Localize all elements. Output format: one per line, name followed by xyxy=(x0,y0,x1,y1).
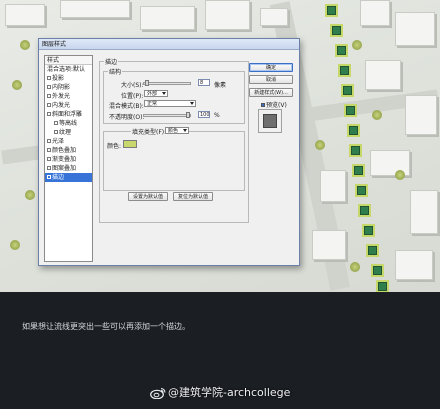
chevron-down-icon xyxy=(162,92,166,95)
stroke-section-title: 描边 xyxy=(104,57,119,66)
style-list-item[interactable]: 混合选项:默认 xyxy=(45,65,92,74)
opacity-slider-thumb[interactable] xyxy=(186,112,190,118)
style-list-item[interactable]: 描边 xyxy=(45,173,92,182)
style-list-item-label: 斜面和浮雕 xyxy=(52,111,83,118)
blend-mode-select[interactable]: 正常 xyxy=(144,100,196,107)
fill-type-select[interactable]: 颜色 xyxy=(165,127,189,134)
style-list-item-label: 光泽 xyxy=(52,138,65,145)
checkbox-icon[interactable] xyxy=(47,156,51,161)
watermark-text: @建筑学院-archcollege xyxy=(168,386,291,399)
chevron-down-icon xyxy=(183,129,187,132)
color-label: 颜色: xyxy=(107,143,122,150)
preview-label: 预览(V) xyxy=(266,102,287,109)
style-list-item-label: 渐变叠加 xyxy=(52,156,77,163)
style-list-item-label: 纹理 xyxy=(59,129,72,136)
size-slider[interactable] xyxy=(143,80,191,86)
opacity-slider[interactable] xyxy=(143,112,191,118)
style-list-item-label: 图案叠加 xyxy=(52,165,77,172)
style-list-item-label: 等高线 xyxy=(59,120,78,127)
style-list-item[interactable]: 投影 xyxy=(45,74,92,83)
size-label: 大小(S): xyxy=(121,82,144,89)
size-unit: 像素 xyxy=(214,82,227,89)
layer-style-dialog: 图层样式 样式 混合选项:默认 投影 内阴影 外发光 内发光 斜面和浮雕 等高线 纹理 光泽 颜色… xyxy=(38,38,300,266)
checkbox-icon[interactable] xyxy=(54,129,58,134)
style-list-item[interactable]: 纹理 xyxy=(45,128,92,137)
style-list-item[interactable]: 内阴影 xyxy=(45,83,92,92)
style-list-item[interactable]: 等高线 xyxy=(45,119,92,128)
style-preview-swatch xyxy=(263,114,277,128)
checkbox-icon[interactable] xyxy=(47,84,51,89)
structure-title: 结构 xyxy=(108,67,123,76)
checkmark-icon xyxy=(261,102,265,107)
blend-mode-label: 混合模式(B): xyxy=(109,103,144,110)
style-list: 样式 混合选项:默认投影内阴影外发光内发光斜面和浮雕等高线纹理光泽颜色叠加渐变叠… xyxy=(44,55,93,262)
style-list-item[interactable]: 外发光 xyxy=(45,92,92,101)
checkbox-icon[interactable] xyxy=(47,138,51,143)
set-default-button[interactable]: 设置为默认值 xyxy=(128,192,168,201)
caption-panel: 如果想让流线更突出一些可以再添加一个描边。 @建筑学院-archcollege xyxy=(0,292,440,409)
style-list-item[interactable]: 光泽 xyxy=(45,137,92,146)
caption-text: 如果想让流线更突出一些可以再添加一个描边。 xyxy=(22,322,190,331)
dialog-title: 图层样式 xyxy=(39,39,299,50)
style-list-item-label: 混合选项:默认 xyxy=(47,66,86,73)
size-slider-thumb[interactable] xyxy=(145,80,149,86)
ok-button[interactable]: 确定 xyxy=(249,63,293,72)
preview-checkbox[interactable]: 预览(V) xyxy=(261,100,287,109)
style-list-item-label: 投影 xyxy=(52,75,65,82)
watermark: @建筑学院-archcollege xyxy=(150,384,290,400)
opacity-unit: % xyxy=(214,112,220,119)
style-list-item[interactable]: 斜面和浮雕 xyxy=(45,110,92,119)
style-list-item-label: 内发光 xyxy=(52,102,71,109)
fill-type-value: 颜色 xyxy=(168,128,179,134)
style-list-item-label: 内阴影 xyxy=(52,84,71,91)
opacity-label: 不透明度(O): xyxy=(109,114,145,121)
checkbox-icon[interactable] xyxy=(47,75,51,80)
style-list-item[interactable]: 颜色叠加 xyxy=(45,146,92,155)
style-list-item[interactable]: 内发光 xyxy=(45,101,92,110)
size-input[interactable]: 8 xyxy=(198,79,210,86)
style-preview-thumbnail xyxy=(258,109,282,133)
weibo-icon xyxy=(150,387,166,399)
style-list-item[interactable]: 图案叠加 xyxy=(45,164,92,173)
chevron-down-icon xyxy=(190,102,194,105)
position-select[interactable]: 外部 xyxy=(144,90,168,97)
checkbox-icon[interactable] xyxy=(54,120,58,125)
new-style-button[interactable]: 新建样式(W)... xyxy=(249,88,293,97)
checkbox-icon[interactable] xyxy=(47,147,51,152)
reset-default-button[interactable]: 复位为默认值 xyxy=(173,192,213,201)
opacity-input[interactable]: 100 xyxy=(198,111,210,118)
stroke-color-swatch[interactable] xyxy=(123,140,137,148)
position-value: 外部 xyxy=(147,91,158,97)
fill-type-label: 填充类型(F): xyxy=(131,127,168,136)
cancel-button[interactable]: 取消 xyxy=(249,75,293,84)
checkbox-icon[interactable] xyxy=(47,111,51,116)
checkbox-icon[interactable] xyxy=(47,174,51,179)
position-label: 位置(P): xyxy=(121,93,144,100)
style-list-header[interactable]: 样式 xyxy=(45,56,92,65)
checkbox-icon[interactable] xyxy=(47,165,51,170)
style-list-item[interactable]: 渐变叠加 xyxy=(45,155,92,164)
checkbox-icon[interactable] xyxy=(47,93,51,98)
blend-mode-value: 正常 xyxy=(147,101,158,107)
style-list-item-label: 颜色叠加 xyxy=(52,147,77,154)
style-list-item-label: 外发光 xyxy=(52,93,71,100)
style-list-item-label: 描边 xyxy=(52,174,65,181)
checkbox-icon[interactable] xyxy=(47,102,51,107)
